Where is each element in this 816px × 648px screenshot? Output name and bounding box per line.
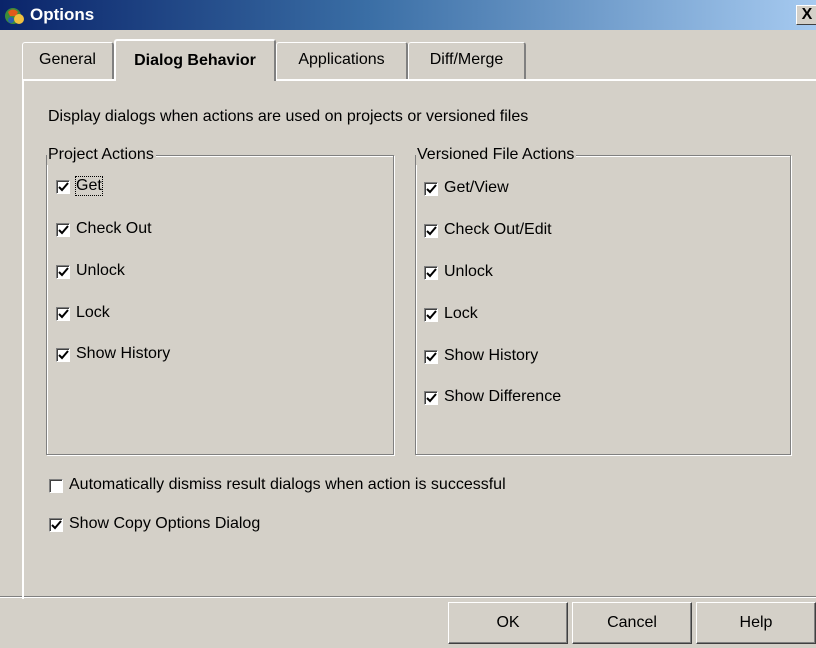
ok-button[interactable]: OK (448, 602, 568, 644)
title-bar: Options X (0, 0, 816, 30)
tab-dialog-behavior[interactable]: Dialog Behavior (114, 39, 276, 81)
close-button[interactable]: X (796, 5, 816, 25)
tab-general[interactable]: General (22, 42, 114, 79)
app-icon (4, 4, 26, 26)
window-title: Options (30, 5, 95, 24)
cancel-button[interactable]: Cancel (572, 602, 692, 644)
help-button[interactable]: Help (696, 602, 816, 644)
tab-applications[interactable]: Applications (276, 42, 408, 79)
tab-panel (22, 79, 816, 599)
tab-diff-merge[interactable]: Diff/Merge (408, 42, 526, 79)
